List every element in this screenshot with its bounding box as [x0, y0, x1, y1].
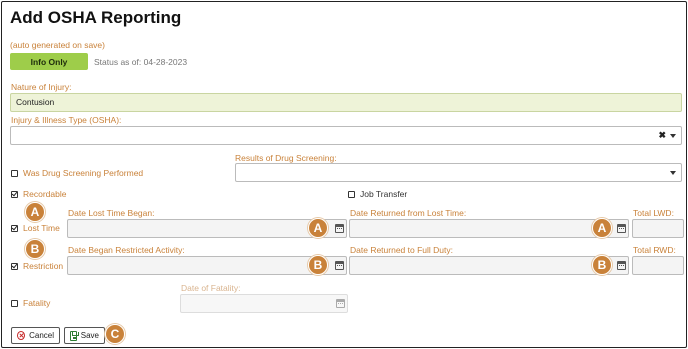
total-rwd-field[interactable] — [632, 256, 684, 275]
callout-b-badge: B — [25, 239, 45, 259]
date-returned-full-duty-field[interactable] — [349, 256, 629, 275]
drug-screening-results-select[interactable] — [235, 163, 682, 182]
status-as-of: Status as of: 04-28-2023 — [94, 57, 188, 67]
date-began-restricted-label: Date Began Restricted Activity: — [68, 245, 185, 255]
lost-time-checkbox-row[interactable]: Lost Time — [11, 223, 60, 233]
drug-screening-checkbox[interactable] — [11, 169, 18, 177]
save-button[interactable]: Save — [64, 327, 105, 344]
drug-screening-label: Was Drug Screening Performed — [23, 168, 144, 178]
date-of-fatality-field — [180, 294, 348, 313]
fatality-checkbox[interactable] — [11, 299, 18, 307]
fatality-checkbox-row[interactable]: Fatality — [11, 298, 50, 308]
restriction-checkbox[interactable] — [11, 262, 18, 270]
restriction-checkbox-row[interactable]: Restriction — [11, 261, 63, 271]
nature-of-injury-field[interactable]: Contusion — [10, 93, 682, 112]
callout-a-badge: A — [308, 218, 328, 238]
callout-a-badge: A — [25, 202, 45, 222]
nature-of-injury-label: Nature of Injury: — [11, 82, 72, 92]
recordable-checkbox[interactable] — [11, 190, 18, 198]
chevron-down-icon[interactable] — [670, 134, 676, 138]
cancel-button-label: Cancel — [29, 331, 54, 340]
clear-x-icon[interactable]: ✖ — [658, 130, 666, 141]
callout-a-badge: A — [592, 218, 612, 238]
date-of-fatality-label: Date of Fatality: — [181, 283, 241, 293]
recordable-checkbox-row[interactable]: Recordable — [11, 189, 66, 199]
fatality-label: Fatality — [23, 298, 51, 308]
drug-screening-checkbox-row[interactable]: Was Drug Screening Performed — [11, 168, 143, 178]
date-returned-lost-time-label: Date Returned from Lost Time: — [350, 208, 467, 218]
callout-b-badge: B — [592, 255, 612, 275]
calendar-icon — [336, 299, 345, 308]
job-transfer-checkbox-row[interactable]: Job Transfer — [348, 189, 407, 199]
osha-reporting-panel: Add OSHA Reporting (auto generated on sa… — [1, 1, 687, 348]
auto-generated-note: (auto generated on save) — [10, 40, 105, 50]
restriction-label: Restriction — [23, 261, 64, 271]
job-transfer-label: Job Transfer — [360, 189, 408, 199]
injury-illness-type-label: Injury & Illness Type (OSHA): — [11, 115, 122, 125]
calendar-icon[interactable] — [617, 261, 626, 270]
floppy-disk-icon — [70, 330, 79, 341]
injury-illness-type-select[interactable]: ✖ — [10, 126, 682, 145]
date-returned-full-duty-label: Date Returned to Full Duty: — [350, 245, 453, 255]
total-rwd-label: Total RWD: — [633, 245, 676, 255]
total-lwd-label: Total LWD: — [633, 208, 674, 218]
job-transfer-checkbox[interactable] — [348, 190, 355, 198]
calendar-icon[interactable] — [617, 224, 626, 233]
callout-c-badge: C — [105, 324, 125, 344]
date-returned-lost-time-field[interactable] — [349, 219, 629, 238]
page-title: Add OSHA Reporting — [10, 8, 182, 27]
date-lost-time-began-field[interactable] — [67, 219, 347, 238]
calendar-icon[interactable] — [335, 224, 344, 233]
status-badge[interactable]: Info Only — [10, 53, 88, 70]
lost-time-label: Lost Time — [23, 223, 60, 233]
date-began-restricted-field[interactable] — [67, 256, 347, 275]
cancel-circle-icon — [17, 331, 26, 340]
lost-time-checkbox[interactable] — [11, 224, 18, 232]
calendar-icon[interactable] — [335, 261, 344, 270]
total-lwd-field[interactable] — [632, 219, 684, 238]
chevron-down-icon[interactable] — [670, 171, 676, 175]
save-button-label: Save — [80, 331, 99, 340]
date-lost-time-began-label: Date Lost Time Began: — [68, 208, 155, 218]
cancel-button[interactable]: Cancel — [11, 327, 60, 344]
recordable-label: Recordable — [23, 189, 67, 199]
callout-b-badge: B — [308, 255, 328, 275]
nature-of-injury-value: Contusion — [16, 97, 55, 107]
drug-screening-results-label: Results of Drug Screening: — [235, 153, 337, 163]
